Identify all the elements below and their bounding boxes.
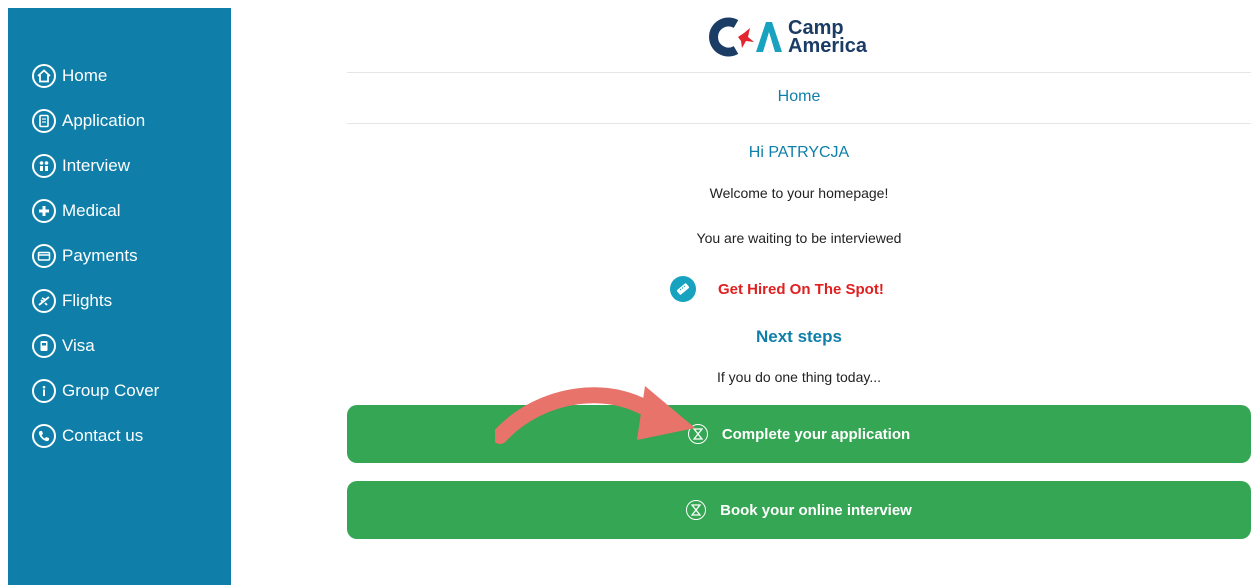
get-hired-label: Get Hired On The Spot! [718,280,884,298]
sidebar-item-label: Medical [62,201,121,220]
sidebar-item-visa[interactable]: Visa [32,329,95,363]
sidebar-item-label: Group Cover [62,381,160,400]
interview-icon [32,154,56,178]
book-interview-label: Book your online interview [720,501,912,519]
hourglass-icon [686,500,707,520]
next-steps-heading: Next steps [756,327,842,346]
info-icon [32,379,56,403]
sidebar-item-contact-us[interactable]: Contact us [32,419,143,453]
ticket-icon [670,276,696,302]
sidebar-item-label: Flights [62,291,113,310]
sidebar-item-medical[interactable]: Medical [32,194,121,228]
application-icon [32,109,56,133]
logo-wordmark: Camp America [788,18,867,57]
camp-america-logo[interactable]: Camp America [706,14,867,60]
sidebar-item-label: Application [62,111,146,130]
payment-card-icon [32,244,56,268]
phone-icon [32,424,56,448]
sidebar-item-label: Payments [62,246,138,265]
medical-plus-icon [32,199,56,223]
sidebar-item-application[interactable]: Application [32,104,145,138]
sidebar-item-home[interactable]: Home [32,59,107,93]
welcome-text: Welcome to your homepage! [709,185,889,201]
annotation-arrow-icon [495,386,695,444]
home-icon [32,64,56,88]
complete-application-button[interactable]: Complete your application [347,405,1251,463]
sidebar-item-flights[interactable]: Flights [32,284,112,318]
status-text: You are waiting to be interviewed [696,230,902,246]
get-hired-link[interactable]: Get Hired On The Spot! [670,275,884,303]
sidebar: Home Application Interview Medical Payme… [8,8,231,585]
book-interview-button[interactable]: Book your online interview [347,481,1251,539]
sidebar-item-label: Contact us [62,426,144,445]
next-steps-subtitle: If you do one thing today... [717,369,881,385]
sidebar-item-label: Interview [62,156,131,175]
sidebar-item-label: Visa [62,336,95,355]
complete-application-label: Complete your application [721,425,911,443]
airplane-icon [32,289,56,313]
header-divider-top [347,72,1251,73]
header-divider-bottom [347,123,1251,124]
page-title: Home [777,88,821,105]
sidebar-item-payments[interactable]: Payments [32,239,138,273]
sidebar-item-interview[interactable]: Interview [32,149,130,183]
sidebar-item-group-cover[interactable]: Group Cover [32,374,159,408]
visa-document-icon [32,334,56,358]
sidebar-item-label: Home [62,66,108,85]
logo-line-2: America [788,35,867,57]
greeting: Hi PATRYCJA [748,144,850,161]
logo-mark-icon [706,16,782,58]
